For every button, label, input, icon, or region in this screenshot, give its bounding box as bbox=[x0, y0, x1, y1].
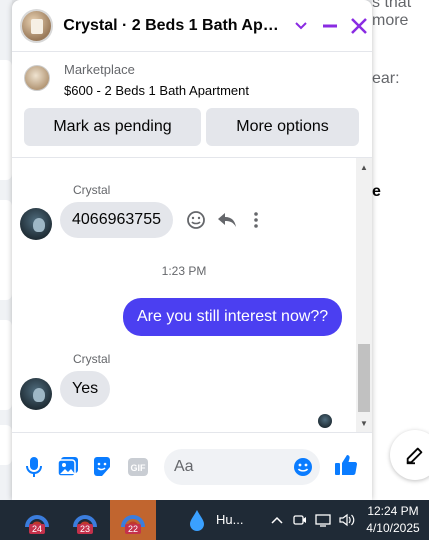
chevron-down-icon bbox=[294, 21, 307, 29]
attach-photo-button[interactable] bbox=[56, 455, 80, 479]
sender-avatar[interactable] bbox=[20, 378, 52, 410]
system-clock[interactable]: 12:24 PM 4/10/2025 bbox=[362, 503, 424, 537]
microphone-icon bbox=[26, 457, 42, 477]
incoming-message[interactable]: 4066963755 bbox=[60, 202, 173, 238]
chevron-up-icon bbox=[271, 516, 283, 524]
gif-button[interactable]: GIF bbox=[126, 455, 150, 479]
scrollbar[interactable]: ▲ ▼ bbox=[356, 158, 372, 432]
background-text: e bbox=[372, 183, 381, 200]
listing-thumbnail[interactable] bbox=[24, 65, 50, 91]
volume-button[interactable] bbox=[338, 511, 356, 529]
message-composer: GIF bbox=[12, 432, 372, 500]
network-icon bbox=[315, 514, 331, 527]
listing-title[interactable]: $600 - 2 Beds 1 Bath Apartment bbox=[64, 83, 249, 98]
chat-window: Crystal · 2 Beds 1 Bath Apa… Marketplace… bbox=[12, 0, 372, 500]
notification-badge: 22 bbox=[124, 524, 142, 534]
scroll-thumb[interactable] bbox=[358, 344, 370, 412]
svg-text:GIF: GIF bbox=[131, 463, 147, 473]
message-input[interactable] bbox=[174, 449, 284, 485]
meet-now-button[interactable] bbox=[291, 511, 309, 529]
background-text: more bbox=[372, 12, 409, 29]
voice-clip-button[interactable] bbox=[22, 455, 46, 479]
contact-avatar[interactable] bbox=[20, 8, 54, 43]
network-button[interactable] bbox=[314, 511, 332, 529]
mark-as-pending-button[interactable]: Mark as pending bbox=[24, 108, 201, 146]
scroll-down-arrow[interactable]: ▼ bbox=[356, 416, 372, 430]
minimize-icon bbox=[322, 24, 337, 27]
incoming-message[interactable]: Yes bbox=[60, 371, 111, 407]
notification-badge: 23 bbox=[76, 524, 94, 534]
taskbar: 24 23 22 Hu... 12:24 PM 4/10/2025 bbox=[0, 500, 429, 540]
message-timestamp: 1:23 PM bbox=[161, 264, 207, 278]
emoji-button[interactable] bbox=[292, 456, 314, 478]
raindrop-icon bbox=[190, 510, 204, 531]
reply-icon bbox=[218, 213, 236, 227]
chat-title[interactable]: Crystal · 2 Beds 1 Bath Apa… bbox=[63, 17, 284, 35]
message-list: Crystal 4066963755 1:23 PM Are you still… bbox=[12, 158, 356, 432]
weather-widget[interactable]: Hu... bbox=[180, 500, 250, 540]
smile-icon bbox=[187, 211, 205, 229]
camera-icon bbox=[293, 515, 306, 525]
sender-avatar[interactable] bbox=[20, 208, 52, 240]
message-input-box[interactable] bbox=[164, 449, 320, 485]
photo-icon bbox=[57, 457, 78, 477]
listing-source: Marketplace bbox=[64, 62, 135, 77]
sender-name: Crystal bbox=[73, 183, 111, 197]
compose-icon bbox=[406, 447, 423, 465]
chat-header: Crystal · 2 Beds 1 Bath Apa… bbox=[12, 0, 372, 52]
more-actions-button[interactable] bbox=[244, 208, 268, 232]
notification-badge: 24 bbox=[28, 524, 46, 534]
background-right-panel: s that more ear: e bbox=[372, 0, 429, 500]
speaker-icon bbox=[339, 513, 355, 527]
reply-button[interactable] bbox=[215, 208, 239, 232]
gif-icon: GIF bbox=[128, 458, 148, 476]
like-button[interactable] bbox=[334, 453, 358, 477]
sticker-button[interactable] bbox=[90, 455, 114, 479]
marketplace-listing: Marketplace $600 - 2 Beds 1 Bath Apartme… bbox=[12, 52, 372, 158]
seen-indicator-avatar bbox=[318, 414, 332, 428]
taskbar-app-button[interactable]: 24 bbox=[14, 500, 60, 540]
taskbar-app-button[interactable]: 23 bbox=[62, 500, 108, 540]
react-button[interactable] bbox=[184, 208, 208, 232]
emoji-icon bbox=[294, 458, 312, 476]
clock-time: 12:24 PM bbox=[367, 504, 419, 518]
minimize-button[interactable] bbox=[317, 13, 342, 39]
chat-options-button[interactable] bbox=[288, 13, 313, 39]
taskbar-app-button-active[interactable]: 22 bbox=[110, 500, 156, 540]
scroll-up-arrow[interactable]: ▲ bbox=[356, 160, 372, 174]
more-vertical-icon bbox=[254, 212, 258, 228]
close-button[interactable] bbox=[347, 13, 372, 39]
sticker-icon bbox=[94, 457, 110, 476]
sender-name: Crystal bbox=[73, 352, 111, 366]
thumbs-up-icon bbox=[335, 455, 358, 476]
show-hidden-icons-button[interactable] bbox=[268, 511, 286, 529]
outgoing-message[interactable]: Are you still interest now?? bbox=[123, 298, 343, 336]
clock-date: 4/10/2025 bbox=[366, 521, 420, 535]
weather-label: Hu... bbox=[216, 512, 244, 527]
more-options-button[interactable]: More options bbox=[206, 108, 359, 146]
background-text: s that bbox=[372, 0, 412, 11]
background-text: ear: bbox=[372, 70, 400, 87]
close-icon bbox=[351, 17, 368, 34]
